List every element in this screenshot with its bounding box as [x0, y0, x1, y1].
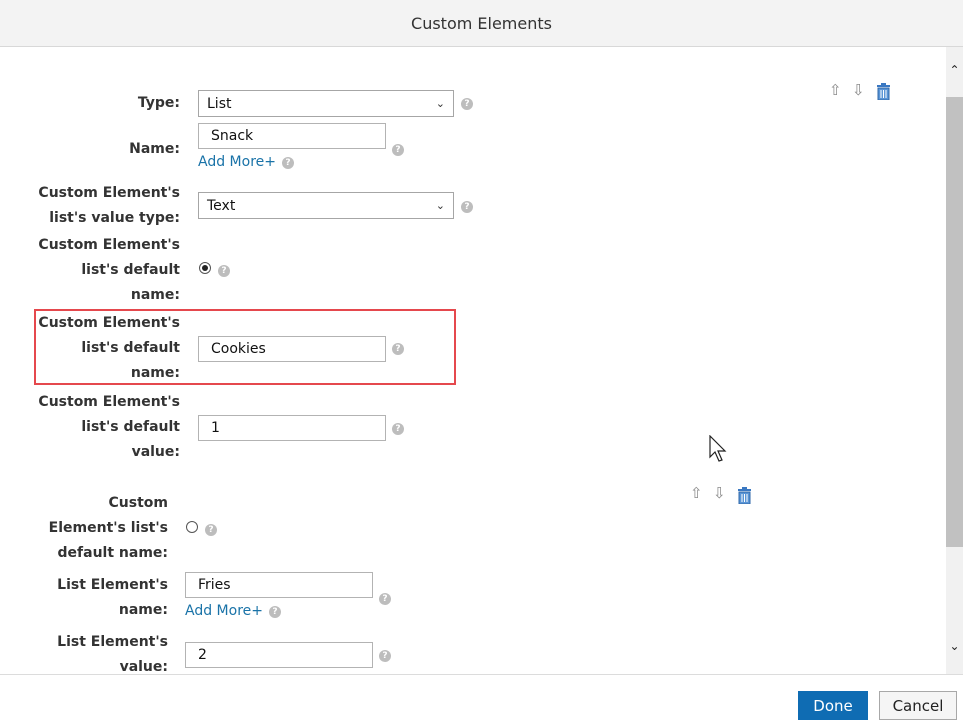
help-icon[interactable]: ? [392, 343, 404, 355]
list-element-value-label: List Element's value: [57, 634, 168, 674]
chevron-down-icon: ⌄ [435, 199, 445, 212]
help-icon[interactable]: ? [461, 98, 473, 110]
default-value-input[interactable] [198, 415, 386, 441]
scroll-thumb[interactable] [946, 97, 963, 547]
move-down-icon[interactable]: ⇩ [852, 81, 865, 99]
help-icon[interactable]: ? [379, 593, 391, 605]
default-name-label: Custom Element's list's default name: [38, 315, 180, 381]
value-type-label: Custom Element's list's value type: [38, 185, 180, 226]
help-icon[interactable]: ? [392, 144, 404, 156]
list-element-value-input[interactable] [185, 642, 373, 668]
scrollbar[interactable]: ⌃ ⌄ [946, 47, 963, 674]
dialog-footer: Done Cancel [0, 674, 963, 721]
list-element-name-input[interactable] [185, 572, 373, 598]
done-button[interactable]: Done [798, 691, 868, 720]
help-icon[interactable]: ? [282, 157, 294, 169]
trash-icon[interactable] [737, 487, 752, 504]
type-select-value: List [207, 95, 232, 112]
add-more-link[interactable]: Add More+ [185, 603, 263, 619]
chevron-down-icon: ⌄ [435, 97, 445, 110]
move-down-icon[interactable]: ⇩ [713, 484, 726, 502]
mouse-cursor-icon [709, 435, 727, 462]
default-name-radio[interactable] [199, 262, 211, 274]
help-icon[interactable]: ? [392, 423, 404, 435]
scroll-down-icon[interactable]: ⌄ [946, 637, 963, 655]
dialog-content: Type: List ⌄ ? ⇧ ⇩ Name: Add More+ ? ? C… [0, 47, 946, 674]
name-input[interactable] [198, 123, 386, 149]
add-more-link[interactable]: Add More+ [198, 154, 276, 170]
scroll-up-icon[interactable]: ⌃ [946, 61, 963, 79]
name-label: Name: [129, 141, 180, 157]
help-icon[interactable]: ? [379, 650, 391, 662]
cancel-button[interactable]: Cancel [879, 691, 957, 720]
help-icon[interactable]: ? [269, 606, 281, 618]
value-type-select-value: Text [207, 197, 236, 214]
value-type-select[interactable]: Text ⌄ [198, 192, 454, 219]
list-element-radio-label: Custom Element's list's default name: [48, 495, 168, 561]
move-up-icon[interactable]: ⇧ [829, 81, 842, 99]
dialog-title-bar: Custom Elements [0, 0, 963, 47]
dialog-title: Custom Elements [411, 13, 552, 33]
default-value-label: Custom Element's list's default value: [38, 394, 180, 460]
move-up-icon[interactable]: ⇧ [690, 484, 703, 502]
trash-icon[interactable] [876, 83, 891, 100]
help-icon[interactable]: ? [205, 524, 217, 536]
type-select[interactable]: List ⌄ [198, 90, 454, 117]
help-icon[interactable]: ? [218, 265, 230, 277]
default-name-radio-label: Custom Element's list's default name: [38, 237, 180, 303]
list-element-name-label: List Element's name: [57, 577, 168, 618]
default-name-input[interactable] [198, 336, 386, 362]
list-element-default-radio[interactable] [186, 521, 198, 533]
help-icon[interactable]: ? [461, 201, 473, 213]
type-label: Type: [137, 95, 180, 111]
